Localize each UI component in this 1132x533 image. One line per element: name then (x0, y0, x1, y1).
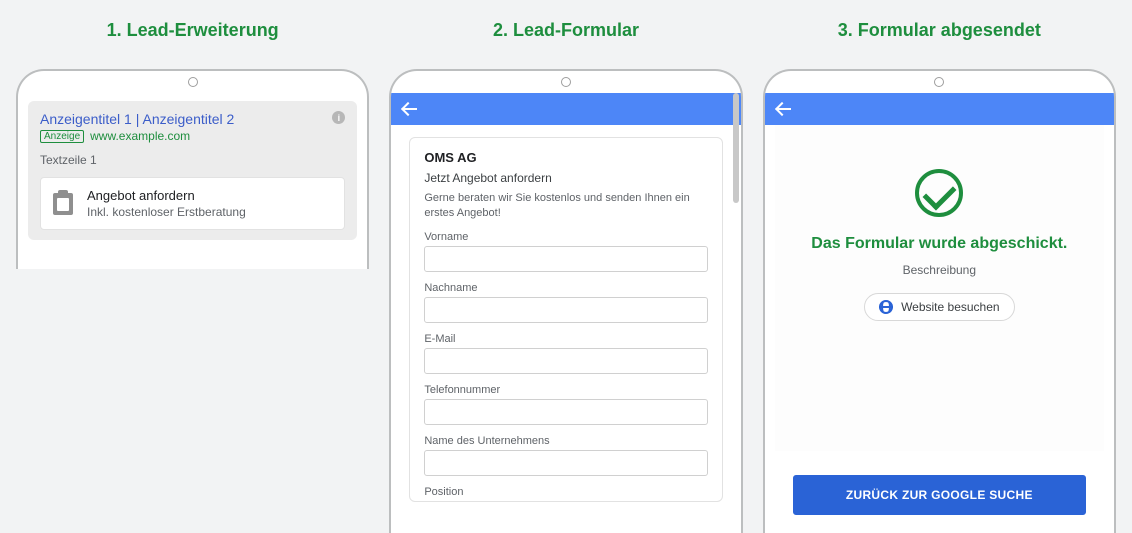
column-lead-erweiterung: 1. Lead-Erweiterung Anzeigentitel 1 | An… (16, 20, 369, 533)
ad-title[interactable]: Anzeigentitel 1 | Anzeigentitel 2 (40, 111, 234, 127)
ad-description: Textzeile 1 (40, 153, 345, 167)
header-bar (391, 93, 740, 125)
phone-mockup-1: Anzeigentitel 1 | Anzeigentitel 2 i Anze… (16, 69, 369, 269)
ad-cta-button[interactable]: Angebot anfordern Inkl. kostenloser Erst… (40, 177, 345, 230)
ad-cta-title: Angebot anfordern (87, 188, 246, 203)
camera-dot-icon (934, 77, 944, 87)
field-unternehmen: Name des Unternehmens (424, 435, 707, 476)
field-label-vorname: Vorname (424, 231, 707, 243)
diagram-stage: 1. Lead-Erweiterung Anzeigentitel 1 | An… (0, 0, 1132, 533)
column-title-3: 3. Formular abgesendet (838, 20, 1041, 41)
visit-website-label: Website besuchen (901, 300, 1000, 314)
success-desc: Beschreibung (903, 263, 976, 277)
form-intro-text: Gerne beraten wir Sie kostenlos und send… (424, 191, 707, 221)
success-check-icon (915, 169, 963, 217)
column-title-2: 2. Lead-Formular (493, 20, 639, 41)
input-unternehmen[interactable] (424, 450, 707, 476)
success-title: Das Formular wurde abgeschickt. (811, 235, 1067, 253)
field-vorname: Vorname (424, 231, 707, 272)
input-email[interactable] (424, 348, 707, 374)
ad-badge-row: Anzeige www.example.com (40, 129, 345, 143)
visit-website-button[interactable]: Website besuchen (864, 293, 1015, 321)
column-lead-formular: 2. Lead-Formular OMS AG Jetzt Angebot an… (389, 20, 742, 533)
phone-notch (18, 71, 367, 93)
phone-screen-2: OMS AG Jetzt Angebot anfordern Gerne ber… (391, 93, 740, 533)
input-telefon[interactable] (424, 399, 707, 425)
field-position: Position (424, 486, 707, 498)
scrollbar-thumb[interactable] (733, 93, 739, 203)
scrollbar-track (733, 93, 739, 533)
success-panel: Das Formular wurde abgeschickt. Beschrei… (775, 125, 1104, 451)
form-company-name: OMS AG (424, 150, 707, 165)
lead-form-card: OMS AG Jetzt Angebot anfordern Gerne ber… (409, 137, 722, 502)
globe-icon (879, 300, 893, 314)
input-nachname[interactable] (424, 297, 707, 323)
field-telefon: Telefonnummer (424, 384, 707, 425)
field-label-nachname: Nachname (424, 282, 707, 294)
input-vorname[interactable] (424, 246, 707, 272)
ad-card: Anzeigentitel 1 | Anzeigentitel 2 i Anze… (28, 101, 357, 240)
camera-dot-icon (188, 77, 198, 87)
ad-url[interactable]: www.example.com (90, 129, 190, 143)
field-label-unternehmen: Name des Unternehmens (424, 435, 707, 447)
phone-mockup-2: OMS AG Jetzt Angebot anfordern Gerne ber… (389, 69, 742, 533)
header-bar (765, 93, 1114, 125)
field-nachname: Nachname (424, 282, 707, 323)
ad-cta-text: Angebot anfordern Inkl. kostenloser Erst… (87, 188, 246, 219)
phone-screen-1: Anzeigentitel 1 | Anzeigentitel 2 i Anze… (18, 93, 367, 269)
phone-mockup-3: Das Formular wurde abgeschickt. Beschrei… (763, 69, 1116, 533)
field-label-telefon: Telefonnummer (424, 384, 707, 396)
camera-dot-icon (561, 77, 571, 87)
back-arrow-icon[interactable] (403, 100, 421, 118)
phone-notch (765, 71, 1114, 93)
clipboard-icon (53, 193, 73, 215)
column-formular-abgesendet: 3. Formular abgesendet Das Formular wurd… (763, 20, 1116, 533)
phone-screen-3: Das Formular wurde abgeschickt. Beschrei… (765, 93, 1114, 533)
back-arrow-icon[interactable] (777, 100, 795, 118)
form-subtitle: Jetzt Angebot anfordern (424, 171, 707, 185)
back-to-search-button[interactable]: ZURÜCK ZUR GOOGLE SUCHE (793, 475, 1086, 515)
field-email: E-Mail (424, 333, 707, 374)
column-title-1: 1. Lead-Erweiterung (107, 20, 279, 41)
field-label-position: Position (424, 486, 707, 498)
ad-title-row: Anzeigentitel 1 | Anzeigentitel 2 i (40, 111, 345, 127)
phone-notch (391, 71, 740, 93)
info-icon[interactable]: i (332, 111, 345, 124)
ad-cta-subtitle: Inkl. kostenloser Erstberatung (87, 205, 246, 219)
ad-badge: Anzeige (40, 130, 84, 143)
field-label-email: E-Mail (424, 333, 707, 345)
